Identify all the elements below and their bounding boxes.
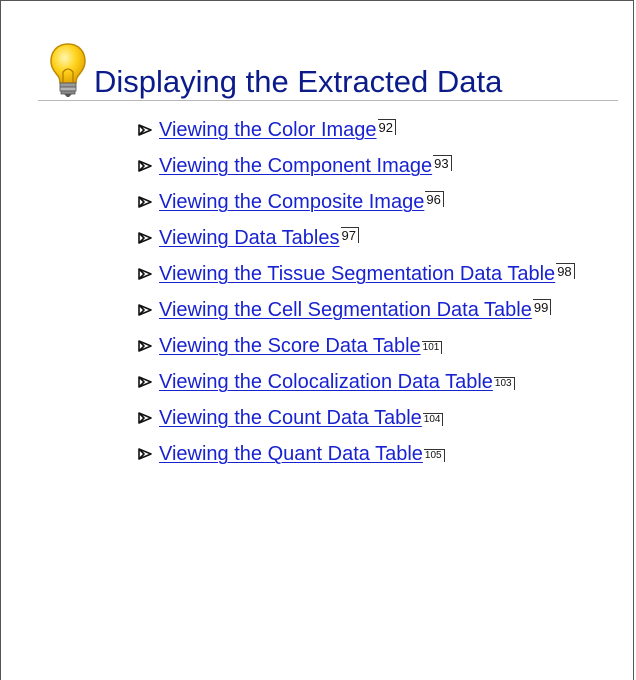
toc-item: Viewing the Color Image 92 bbox=[137, 118, 607, 142]
arrow-bullet-icon bbox=[138, 232, 152, 244]
toc-link[interactable]: Viewing the Component Image bbox=[159, 155, 432, 177]
page-number-badge: 104 bbox=[422, 413, 444, 426]
arrow-bullet-icon bbox=[138, 268, 152, 280]
arrow-bullet-icon bbox=[138, 304, 152, 316]
toc-link[interactable]: Viewing the Color Image bbox=[159, 119, 377, 141]
toc-link[interactable]: Viewing Data Tables bbox=[159, 227, 340, 249]
arrow-bullet-icon bbox=[138, 124, 152, 136]
toc-item: Viewing the Count Data Table 104 bbox=[137, 406, 607, 430]
toc-link[interactable]: Viewing the Tissue Segmentation Data Tab… bbox=[159, 263, 555, 285]
arrow-bullet-icon bbox=[138, 340, 152, 352]
header-divider bbox=[38, 100, 618, 101]
toc-item: Viewing the Cell Segmentation Data Table… bbox=[137, 298, 619, 322]
toc-link[interactable]: Viewing the Cell Segmentation Data Table bbox=[159, 299, 532, 321]
toc-item: Viewing the Component Image 93 bbox=[137, 154, 607, 178]
toc-item: Viewing Data Tables 97 bbox=[137, 226, 607, 250]
page-number-badge: 96 bbox=[425, 191, 444, 207]
page-number-badge: 92 bbox=[377, 119, 396, 135]
lightbulb-icon bbox=[50, 43, 86, 97]
arrow-bullet-icon bbox=[138, 412, 152, 424]
toc-link[interactable]: Viewing the Quant Data Table bbox=[159, 443, 423, 465]
toc-link[interactable]: Viewing the Composite Image bbox=[159, 191, 424, 213]
toc-item: Viewing the Composite Image 96 bbox=[137, 190, 607, 214]
section-title: Displaying the Extracted Data bbox=[94, 64, 503, 99]
toc-link[interactable]: Viewing the Score Data Table bbox=[159, 335, 421, 357]
toc-list: Viewing the Color Image 92 Viewing the Co… bbox=[137, 118, 607, 478]
toc-link[interactable]: Viewing the Count Data Table bbox=[159, 407, 422, 429]
toc-link[interactable]: Viewing the Colocalization Data Table bbox=[159, 371, 493, 393]
arrow-bullet-icon bbox=[138, 376, 152, 388]
toc-item: Viewing the Colocalization Data Table 103 bbox=[137, 370, 607, 394]
toc-item: Viewing the Quant Data Table 105 bbox=[137, 442, 607, 466]
toc-item: Viewing the Score Data Table 101 bbox=[137, 334, 607, 358]
toc-item: Viewing the Tissue Segmentation Data Tab… bbox=[137, 262, 599, 286]
page-number-badge: 98 bbox=[556, 263, 575, 279]
arrow-bullet-icon bbox=[138, 196, 152, 208]
arrow-bullet-icon bbox=[138, 160, 152, 172]
page-number-badge: 99 bbox=[532, 299, 552, 315]
page-number-badge: 105 bbox=[423, 449, 445, 462]
page-number-badge: 97 bbox=[340, 227, 359, 243]
arrow-bullet-icon bbox=[138, 448, 152, 460]
page-number-badge: 103 bbox=[493, 377, 515, 390]
section-header: Displaying the Extracted Data bbox=[48, 42, 618, 99]
page-number-badge: 93 bbox=[433, 155, 452, 171]
page-number-badge: 101 bbox=[421, 341, 443, 354]
